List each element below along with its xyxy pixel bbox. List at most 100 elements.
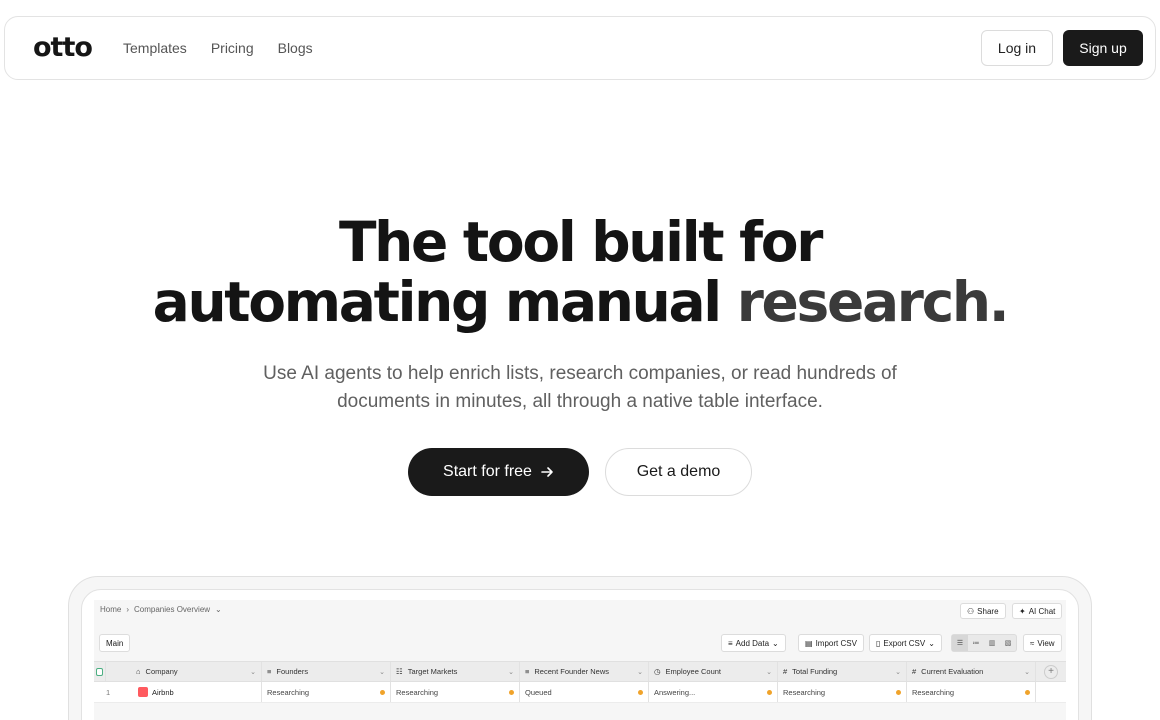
chevron-down-icon[interactable]: ⌄ bbox=[250, 668, 256, 676]
status-dot bbox=[380, 689, 385, 695]
nav-link-blogs[interactable]: Blogs bbox=[278, 39, 313, 57]
total-funding-cell[interactable]: Researching bbox=[778, 682, 907, 702]
hero-title-line1: The tool built for bbox=[338, 210, 823, 274]
column-header-company[interactable]: ⌂ Company ⌄ bbox=[106, 662, 262, 681]
table-icon: ▤ bbox=[805, 638, 813, 648]
list-view-icon[interactable]: ≔ bbox=[968, 635, 984, 651]
clock-icon: ◷ bbox=[654, 667, 661, 676]
view-button[interactable]: ≈ View bbox=[1023, 634, 1062, 652]
cell-status: Answering... bbox=[654, 687, 696, 697]
hero-title-line2: automating manual bbox=[152, 270, 737, 334]
tab-main[interactable]: Main bbox=[99, 634, 131, 652]
chevron-down-icon: ⌄ bbox=[772, 638, 779, 648]
cell-status: Researching bbox=[396, 687, 439, 697]
arrow-right-icon bbox=[541, 467, 553, 477]
chevron-down-icon[interactable]: ⌄ bbox=[508, 668, 514, 676]
start-for-free-button[interactable]: Start for free bbox=[408, 448, 589, 496]
share-button[interactable]: ⚇ Share bbox=[960, 603, 1006, 619]
import-csv-label: Import CSV bbox=[815, 638, 857, 648]
hero-title: The tool built for automating manual res… bbox=[0, 212, 1160, 332]
column-label: Company bbox=[145, 667, 178, 676]
select-all-checkbox[interactable] bbox=[96, 667, 103, 676]
list-icon: ≡ bbox=[728, 638, 733, 648]
hero-subtitle: Use AI agents to help enrich lists, rese… bbox=[263, 363, 897, 412]
column-label: Founders bbox=[276, 667, 309, 676]
data-table: ⌂ Company ⌄ ≡ Founders ⌄ ☷ Target Market… bbox=[94, 661, 1066, 703]
select-all-cell bbox=[94, 662, 106, 681]
filter-icon: ≈ bbox=[1030, 638, 1035, 648]
cell-status: Researching bbox=[912, 687, 955, 697]
chevron-down-icon[interactable]: ⌄ bbox=[766, 668, 772, 676]
status-dot bbox=[1025, 689, 1030, 695]
airbnb-logo bbox=[138, 687, 148, 697]
table-row[interactable]: 1 Airbnb Researching Researching Queued … bbox=[94, 682, 1066, 703]
import-csv-button[interactable]: ▤ Import CSV bbox=[798, 634, 864, 652]
ai-chat-button[interactable]: ✦ AI Chat bbox=[1012, 603, 1063, 619]
nav-link-templates[interactable]: Templates bbox=[123, 39, 187, 57]
cell-status: Researching bbox=[783, 687, 826, 697]
chevron-down-icon[interactable]: ⌄ bbox=[637, 668, 643, 676]
chevron-down-icon[interactable]: ⌄ bbox=[895, 668, 901, 676]
company-cell[interactable]: 1 Airbnb bbox=[106, 682, 262, 702]
product-frame: Home › Companies Overview ⌄ ⚇ Share ✦ AI… bbox=[81, 589, 1079, 720]
navbar: otto Templates Pricing Blogs Log in Sign… bbox=[4, 16, 1156, 80]
signup-button[interactable]: Sign up bbox=[1063, 30, 1143, 66]
breadcrumb-home[interactable]: Home bbox=[100, 605, 121, 614]
share-label: Share bbox=[977, 606, 999, 616]
column-header-employee-count[interactable]: ◷ Employee Count ⌄ bbox=[649, 662, 778, 681]
board-view-icon[interactable]: ▥ bbox=[984, 635, 1000, 651]
company-name: Airbnb bbox=[152, 687, 174, 697]
chevron-down-icon[interactable]: ⌄ bbox=[1024, 668, 1030, 676]
cell-status: Queued bbox=[525, 687, 552, 697]
employee-count-cell[interactable]: Answering... bbox=[649, 682, 778, 702]
column-header-recent-founder-news[interactable]: ≡ Recent Founder News ⌄ bbox=[520, 662, 649, 681]
view-label: View bbox=[1037, 638, 1055, 648]
app-preview: Home › Companies Overview ⌄ ⚇ Share ✦ AI… bbox=[94, 600, 1066, 720]
export-csv-label: Export CSV bbox=[883, 638, 926, 648]
otto-logo[interactable]: otto bbox=[33, 33, 93, 63]
add-column-icon[interactable]: + bbox=[1044, 664, 1058, 679]
status-dot bbox=[896, 689, 901, 695]
column-header-current-evaluation[interactable]: # Current Evaluation ⌄ bbox=[907, 662, 1036, 681]
current-evaluation-cell[interactable]: Researching bbox=[907, 682, 1036, 702]
panel-view-icon[interactable]: ▧ bbox=[1000, 635, 1016, 651]
hash-icon: # bbox=[912, 667, 917, 676]
add-data-label: Add Data bbox=[735, 638, 770, 648]
nav-link-pricing[interactable]: Pricing bbox=[211, 39, 254, 57]
hero-title-highlight: research. bbox=[736, 270, 1010, 334]
people-icon: ⚇ bbox=[967, 606, 975, 616]
cell-status: Researching bbox=[267, 687, 310, 697]
status-dot bbox=[638, 689, 643, 695]
breadcrumb-current[interactable]: Companies Overview bbox=[134, 605, 210, 614]
login-button[interactable]: Log in bbox=[981, 30, 1053, 66]
hash-icon: # bbox=[783, 667, 788, 676]
row-index-spacer bbox=[94, 682, 106, 702]
row-trailing-cell bbox=[1036, 682, 1066, 702]
column-label: Target Markets bbox=[407, 667, 458, 676]
column-label: Employee Count bbox=[665, 667, 721, 676]
nav-links: Templates Pricing Blogs bbox=[123, 39, 313, 57]
add-column-cell: + bbox=[1036, 662, 1066, 681]
chevron-down-icon[interactable]: ⌄ bbox=[379, 668, 385, 676]
column-header-target-markets[interactable]: ☷ Target Markets ⌄ bbox=[391, 662, 520, 681]
column-header-total-funding[interactable]: # Total Funding ⌄ bbox=[778, 662, 907, 681]
export-csv-button[interactable]: ▯ Export CSV ⌄ bbox=[869, 634, 942, 652]
list-icon: ☷ bbox=[396, 667, 403, 676]
file-icon: ▯ bbox=[876, 638, 881, 648]
text-icon: ≡ bbox=[267, 667, 272, 676]
status-dot bbox=[767, 689, 772, 695]
ai-chat-label: AI Chat bbox=[1028, 606, 1056, 616]
column-header-founders[interactable]: ≡ Founders ⌄ bbox=[262, 662, 391, 681]
target-markets-cell[interactable]: Researching bbox=[391, 682, 520, 702]
founders-cell[interactable]: Researching bbox=[262, 682, 391, 702]
add-data-button[interactable]: ≡ Add Data ⌄ bbox=[721, 634, 786, 652]
column-label: Current Evaluation bbox=[921, 667, 984, 676]
chevron-down-icon: ⌄ bbox=[928, 638, 935, 648]
recent-founder-news-cell[interactable]: Queued bbox=[520, 682, 649, 702]
building-icon: ⌂ bbox=[136, 667, 141, 676]
column-label: Recent Founder News bbox=[534, 667, 610, 676]
get-a-demo-button[interactable]: Get a demo bbox=[605, 448, 752, 496]
table-view-icon[interactable]: ☰ bbox=[952, 635, 968, 651]
column-label: Total Funding bbox=[792, 667, 838, 676]
row-index: 1 bbox=[106, 687, 111, 697]
